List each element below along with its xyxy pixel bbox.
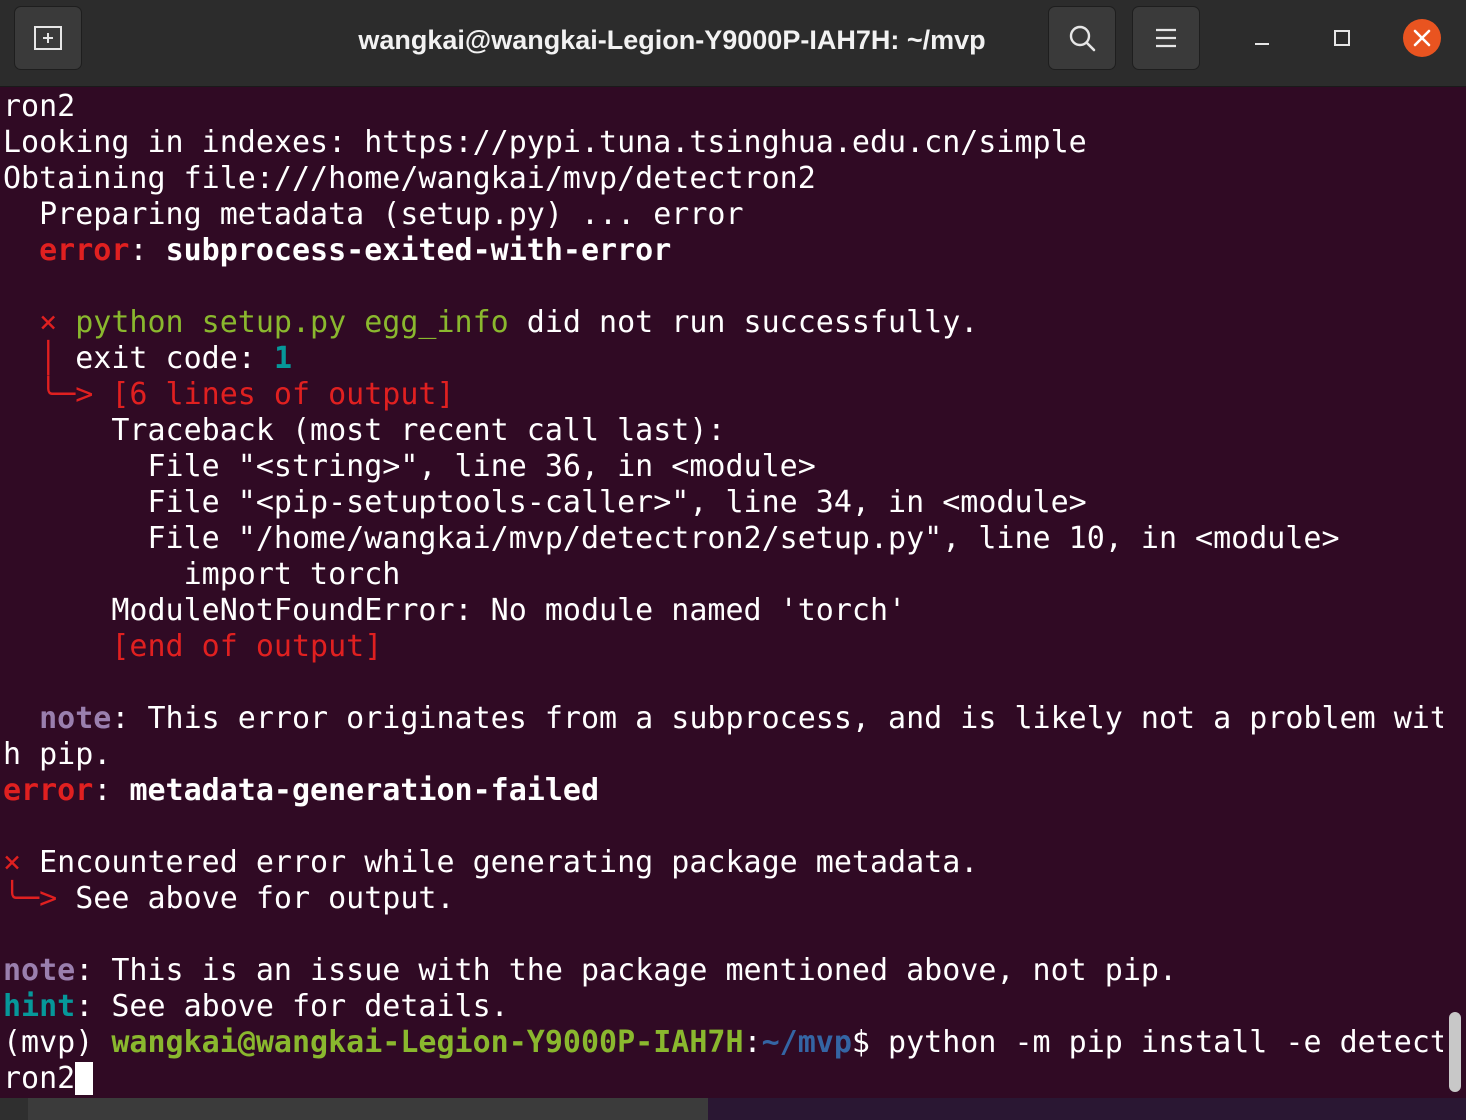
prompt-user: wangkai@wangkai-Legion-Y9000P-IAH7H bbox=[111, 1025, 744, 1060]
exit-code-value: 1 bbox=[273, 341, 292, 376]
menu-button[interactable] bbox=[1132, 6, 1200, 70]
error-cross: × bbox=[39, 305, 58, 340]
maximize-button[interactable] bbox=[1322, 18, 1362, 58]
output-line: [end of output] bbox=[111, 629, 383, 664]
note-label: note bbox=[3, 953, 76, 988]
output-line: Looking in indexes: https://pypi.tuna.ts… bbox=[3, 125, 1087, 160]
minimize-button[interactable] bbox=[1242, 18, 1282, 58]
output-line: h pip. bbox=[3, 737, 112, 772]
note-label: note bbox=[39, 701, 112, 736]
output-line: Preparing metadata (setup.py) ... error bbox=[3, 197, 744, 232]
output-line: hint: See above for details. bbox=[3, 989, 509, 1024]
terminal-output[interactable]: ron2 Looking in indexes: https://pypi.tu… bbox=[3, 89, 1443, 1098]
output-line: note: This error originates from a subpr… bbox=[39, 701, 1443, 736]
scrollbar-thumb[interactable] bbox=[1449, 1012, 1461, 1092]
output-line: Traceback (most recent call last): bbox=[3, 413, 726, 448]
output-line: error: subprocess-exited-with-error bbox=[39, 233, 672, 268]
title-bar: wangkai@wangkai-Legion-Y9000P-IAH7H: ~/m… bbox=[0, 0, 1466, 87]
prompt-line[interactable]: (mvp) wangkai@wangkai-Legion-Y9000P-IAH7… bbox=[3, 1025, 1443, 1061]
output-line: File "<string>", line 36, in <module> bbox=[3, 449, 816, 484]
error-label: error bbox=[3, 773, 94, 808]
search-icon bbox=[1069, 25, 1096, 52]
output-line: ron2 bbox=[3, 89, 76, 124]
output-line: × python setup.py egg_info did not run s… bbox=[39, 305, 979, 340]
hint-label: hint bbox=[3, 989, 76, 1024]
prompt-path: ~/mvp bbox=[761, 1025, 852, 1060]
new-tab-button[interactable] bbox=[14, 6, 82, 70]
output-line: import torch bbox=[3, 557, 401, 592]
output-line: File "<pip-setuptools-caller>", line 34,… bbox=[3, 485, 1087, 520]
output-line: × Encountered error while generating pac… bbox=[3, 845, 979, 880]
output-line: ╰─> [6 lines of output] bbox=[3, 377, 455, 412]
command-text: ron2 bbox=[3, 1061, 76, 1096]
window-title: wangkai@wangkai-Legion-Y9000P-IAH7H: ~/m… bbox=[358, 25, 986, 55]
maximize-icon bbox=[1334, 30, 1350, 46]
search-button[interactable] bbox=[1048, 6, 1116, 70]
prompt-line-continued[interactable]: ron2 bbox=[3, 1061, 1443, 1097]
taskbar-strip bbox=[0, 1098, 1466, 1120]
output-line: ╰─> See above for output. bbox=[3, 881, 455, 916]
hamburger-menu-icon bbox=[1156, 28, 1176, 48]
error-label: error bbox=[39, 233, 130, 268]
command-text: python -m pip install -e detect bbox=[888, 1025, 1443, 1060]
close-icon bbox=[1403, 19, 1441, 57]
minimize-icon bbox=[1255, 43, 1269, 45]
output-line: │ exit code: 1 bbox=[3, 341, 292, 376]
new-tab-icon bbox=[34, 26, 62, 50]
output-line: Obtaining file:///home/wangkai/mvp/detec… bbox=[3, 161, 816, 196]
output-line: File "/home/wangkai/mvp/detectron2/setup… bbox=[3, 521, 1340, 556]
output-line: note: This is an issue with the package … bbox=[3, 953, 1178, 988]
error-cross: × bbox=[3, 845, 22, 880]
output-line: ModuleNotFoundError: No module named 'to… bbox=[3, 593, 907, 628]
output-line: error: metadata-generation-failed bbox=[3, 773, 600, 808]
text-cursor bbox=[75, 1062, 94, 1095]
close-button[interactable] bbox=[1402, 18, 1442, 58]
